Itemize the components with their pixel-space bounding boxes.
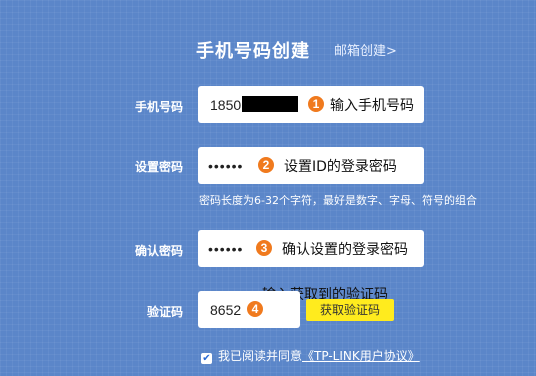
agreement-row: ✔ 我已阅读并同意《TP-LINK用户协议》 [201, 347, 420, 364]
agreement-link[interactable]: 《TP-LINK用户协议》 [302, 349, 420, 363]
confirm-password-input[interactable]: •••••• 3 确认设置的登录密码 [198, 230, 424, 267]
confirm-password-label: 确认密码 [134, 244, 183, 258]
code-label: 验证码 [146, 305, 183, 319]
phone-label: 手机号码 [134, 100, 183, 114]
confirm-password-value: •••••• [208, 240, 244, 257]
phone-value: 1850 [210, 96, 242, 113]
step-1-badge: 1 [306, 94, 326, 114]
confirm-annotation: 确认设置的登录密码 [282, 242, 408, 258]
code-value: 8652 [210, 301, 242, 318]
password-annotation: 设置ID的登录密码 [284, 159, 397, 175]
step-2-badge: 2 [256, 155, 276, 175]
step-3-badge: 3 [254, 238, 274, 258]
phone-input[interactable]: 1850 1 输入手机号码 [198, 86, 424, 123]
password-hint: 密码长度为6-32个字符，最好是数字、字母、符号的组合 [199, 194, 477, 207]
page-title: 手机号码创建 [196, 41, 310, 62]
password-input[interactable]: •••••• 2 设置ID的登录密码 [198, 147, 424, 184]
code-input[interactable]: 8652 4 [198, 291, 300, 328]
phone-annotation: 输入手机号码 [330, 98, 414, 114]
email-create-link[interactable]: 邮箱创建> [334, 40, 397, 59]
password-value: •••••• [208, 157, 244, 174]
agreement-text: 我已阅读并同意 [218, 349, 303, 363]
phone-redaction [242, 96, 298, 112]
agreement-checkbox[interactable]: ✔ [201, 353, 212, 364]
password-label: 设置密码 [134, 160, 183, 174]
get-code-button[interactable]: 获取验证码 [306, 299, 394, 321]
step-4-badge: 4 [245, 299, 265, 319]
